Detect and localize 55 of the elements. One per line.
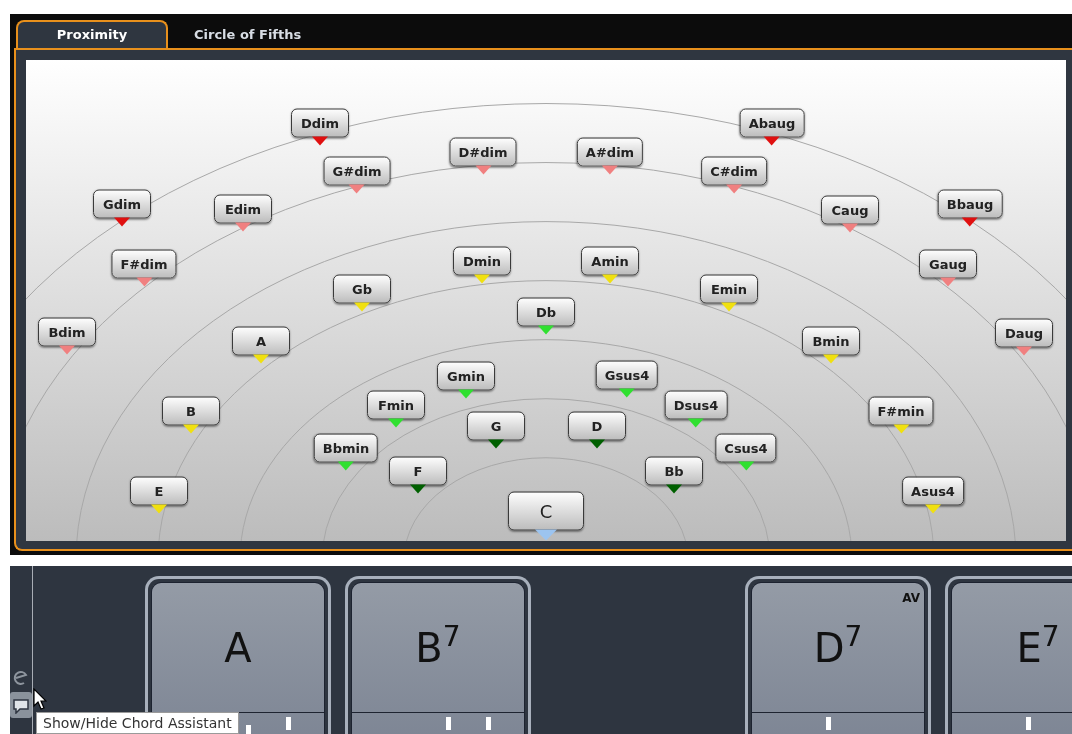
chord-button[interactable]: Bbaug [937, 189, 1003, 219]
chord-name: E$^{7}$ [1016, 619, 1060, 673]
chord-button[interactable]: G [467, 411, 525, 441]
chord-button[interactable]: Bdim [38, 317, 96, 347]
voicing-marks-drawing [826, 717, 831, 730]
chord-button[interactable]: Gsus4 [595, 360, 659, 390]
speech-bubble-icon [12, 697, 30, 714]
chord-pad[interactable]: AV D$^{7}$ [745, 576, 931, 734]
voicing-tag: AV [902, 589, 920, 607]
chord-button[interactable]: Ddim [291, 108, 349, 138]
chord-button[interactable]: F#dim [111, 249, 177, 279]
tab[interactable]: Proximity [16, 20, 168, 48]
chord-button[interactable]: Edim [214, 194, 272, 224]
chord-button[interactable]: B [162, 396, 220, 426]
chord-button[interactable]: Caug [821, 195, 879, 225]
chord-button[interactable]: Dmin [453, 246, 511, 276]
chord-button[interactable]: F#min [868, 396, 934, 426]
chord-button[interactable]: Asus4 [902, 476, 964, 506]
chord-button[interactable]: Amin [581, 246, 639, 276]
chord-pad[interactable]: E$^{7}$ [945, 576, 1072, 734]
chord-button[interactable]: Bbmin [313, 433, 379, 463]
chord-button[interactable]: C#dim [701, 156, 767, 186]
chord-name: D$^{7}$ [813, 619, 863, 673]
chord-button[interactable]: Gdim [93, 189, 151, 219]
tab[interactable]: Circle of Fifths [168, 20, 328, 48]
tooltip: Show/Hide Chord Assistant [36, 712, 239, 734]
chord-button[interactable]: Csus4 [715, 433, 777, 463]
chord-button[interactable]: Bb [645, 456, 703, 486]
chord-pad[interactable]: B$^{7}$ [345, 576, 531, 734]
chord-button[interactable]: D#dim [449, 137, 517, 167]
chord-name: A [224, 623, 252, 673]
chord-button[interactable]: Fmin [367, 390, 425, 420]
edit-icon[interactable] [12, 668, 30, 686]
voicing-marks-drawing [246, 717, 291, 734]
chord-button[interactable]: Bmin [802, 326, 860, 356]
chord-button[interactable]: A [232, 326, 290, 356]
chord-button[interactable]: Dsus4 [664, 390, 728, 420]
chord-name: B$^{7}$ [415, 619, 461, 673]
chord-button[interactable]: Abaug [739, 108, 805, 138]
chord-button[interactable]: G#dim [323, 156, 391, 186]
mouse-cursor-icon [33, 688, 47, 710]
chord-button[interactable]: Db [517, 297, 575, 327]
chord-button[interactable]: F [389, 456, 447, 486]
chord-button[interactable]: C [508, 491, 584, 531]
voicing-marks-drawing [446, 717, 491, 730]
chord-button[interactable]: D [568, 411, 626, 441]
chat-toggle-button[interactable] [10, 692, 32, 718]
chord-button[interactable]: A#dim [576, 137, 644, 167]
chord-button[interactable]: E [130, 476, 188, 506]
chord-button[interactable]: Emin [700, 274, 758, 304]
chord-button[interactable]: Gmin [437, 361, 495, 391]
voicing-marks-drawing [1026, 717, 1031, 730]
chord-button[interactable]: Daug [995, 318, 1053, 348]
chord-button[interactable]: Gb [333, 274, 391, 304]
chord-button[interactable]: Gaug [919, 249, 977, 279]
